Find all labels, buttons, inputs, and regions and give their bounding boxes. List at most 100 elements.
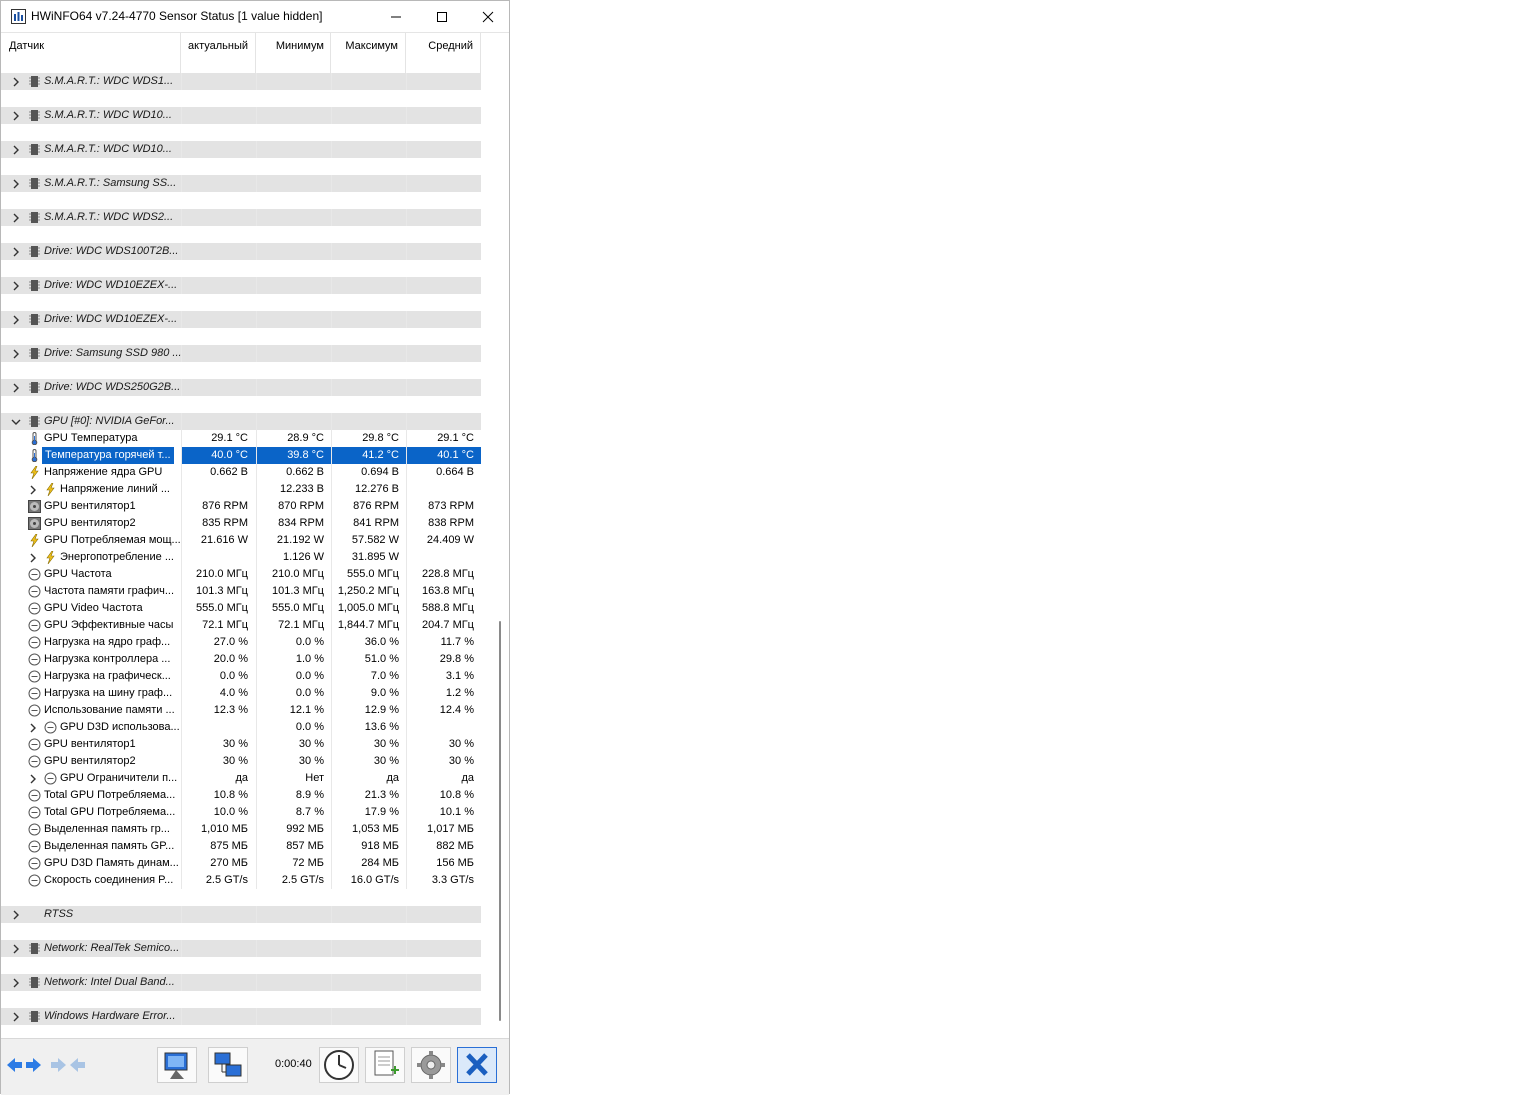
- sensor-row-selected[interactable]: Температура горячей т... 40.0 °C 39.8 °C 41…: [1, 447, 481, 464]
- sensor-row[interactable]: Скорость соединения P... 2.5 GT/s 2.5 GT/s…: [1, 872, 481, 889]
- column-header-min[interactable]: Минимум: [256, 33, 331, 73]
- sensor-row[interactable]: GPU вентилятор2 30 % 30 % 30 % 30 %: [1, 753, 481, 770]
- expand-chevron-icon[interactable]: [11, 910, 21, 920]
- sensor-row[interactable]: Частота памяти графич... 101.3 МГц 101.3 М…: [1, 583, 481, 600]
- sensor-row[interactable]: Total GPU Потребляема... 10.0 % 8.7 % 17.9 …: [1, 804, 481, 821]
- sensor-group-row[interactable]: Windows Hardware Error...: [1, 1008, 481, 1025]
- sensor-group-row[interactable]: Drive: Samsung SSD 980 ...: [1, 345, 481, 362]
- expand-chevron-icon[interactable]: [28, 774, 38, 784]
- navigate-arrows-button[interactable]: [5, 1049, 43, 1081]
- group-label-cell[interactable]: S.M.A.R.T.: WDC WDS1...: [1, 73, 181, 90]
- group-label-cell[interactable]: S.M.A.R.T.: WDC WD10...: [1, 107, 181, 124]
- sensor-group-row[interactable]: Network: Intel Dual Band...: [1, 974, 481, 991]
- sensor-label-cell[interactable]: GPU вентилятор2: [1, 753, 181, 770]
- expand-chevron-icon[interactable]: [11, 179, 21, 189]
- sensor-label-cell[interactable]: Выделенная память GP...: [1, 838, 181, 855]
- sensor-row[interactable]: Нагрузка на графическ... 0.0 % 0.0 % 7.0 % 3…: [1, 668, 481, 685]
- column-header-sensor[interactable]: Датчик: [1, 33, 181, 73]
- expand-chevron-icon[interactable]: [28, 723, 38, 733]
- sensor-label-cell[interactable]: Напряжение линий ...: [1, 481, 181, 498]
- sensor-label-cell[interactable]: Нагрузка на графическ...: [1, 668, 181, 685]
- sensor-row[interactable]: Выделенная память гр... 1,010 МБ 992 МБ 1,0…: [1, 821, 481, 838]
- sensor-label-cell[interactable]: Скорость соединения P...: [1, 872, 181, 889]
- sensor-row[interactable]: Напряжение ядра GPU 0.662 В 0.662 В 0.694 В…: [1, 464, 481, 481]
- expand-chevron-icon[interactable]: [11, 1012, 21, 1022]
- group-label-cell[interactable]: Drive: WDC WD10EZEX-...: [1, 277, 181, 294]
- sensor-group-row[interactable]: S.M.A.R.T.: WDC WD10...: [1, 141, 481, 158]
- expand-chevron-icon[interactable]: [11, 383, 21, 393]
- close-sensors-button[interactable]: [457, 1047, 497, 1083]
- sensor-row[interactable]: Нагрузка на ядро граф... 27.0 % 0.0 % 36.0 …: [1, 634, 481, 651]
- sensor-label-cell[interactable]: GPU вентилятор1: [1, 736, 181, 753]
- minimize-button[interactable]: [373, 1, 419, 32]
- expand-chevron-icon[interactable]: [11, 213, 21, 223]
- vertical-scrollbar[interactable]: [496, 73, 504, 1038]
- sensor-label-cell[interactable]: GPU Частота: [1, 566, 181, 583]
- title-bar[interactable]: HWiNFO64 v7.24-4770 Sensor Status [1 val…: [1, 1, 509, 32]
- sensor-label-cell[interactable]: Нагрузка контроллера ...: [1, 651, 181, 668]
- sensor-row[interactable]: GPU Частота 210.0 МГц 210.0 МГц 555.0 МГц 22…: [1, 566, 481, 583]
- sensor-label-cell[interactable]: Использование памяти ...: [1, 702, 181, 719]
- collapse-chevron-icon[interactable]: [11, 417, 21, 427]
- column-header-avg[interactable]: Средний: [406, 33, 481, 73]
- sensor-row[interactable]: GPU Эффективные часы 72.1 МГц 72.1 МГц 1,84…: [1, 617, 481, 634]
- sensor-row[interactable]: GPU вентилятор1 30 % 30 % 30 % 30 %: [1, 736, 481, 753]
- expand-chevron-icon[interactable]: [11, 111, 21, 121]
- sensor-label-cell[interactable]: GPU вентилятор1: [1, 498, 181, 515]
- sensor-row[interactable]: Нагрузка на шину граф... 4.0 % 0.0 % 9.0 % 1…: [1, 685, 481, 702]
- sensor-label-cell[interactable]: GPU Video Частота: [1, 600, 181, 617]
- sensor-group-row[interactable]: S.M.A.R.T.: WDC WDS2...: [1, 209, 481, 226]
- column-header-current[interactable]: актуальный: [181, 33, 256, 73]
- sensor-label-cell[interactable]: Температура горячей т...: [1, 447, 181, 464]
- sensor-row[interactable]: GPU Video Частота 555.0 МГц 555.0 МГц 1,005…: [1, 600, 481, 617]
- sensor-row[interactable]: Total GPU Потребляема... 10.8 % 8.9 % 21.3 …: [1, 787, 481, 804]
- sensor-row[interactable]: GPU Температура 29.1 °C 28.9 °C 29.8 °C 29.1…: [1, 430, 481, 447]
- sensor-label-cell[interactable]: GPU D3D Память динам...: [1, 855, 181, 872]
- sensor-label-cell[interactable]: GPU Температура: [1, 430, 181, 447]
- sensor-row[interactable]: GPU Ограничители п... да Нет да да: [1, 770, 481, 787]
- sensor-group-row[interactable]: GPU [#0]: NVIDIA GeFor...: [1, 413, 481, 430]
- sensor-row[interactable]: Напряжение линий ... 12.233 В 12.276 В: [1, 481, 481, 498]
- sensor-label-cell[interactable]: Выделенная память гр...: [1, 821, 181, 838]
- column-header-max[interactable]: Максимум: [331, 33, 406, 73]
- sensor-label-cell[interactable]: GPU Эффективные часы: [1, 617, 181, 634]
- sensor-group-row[interactable]: S.M.A.R.T.: WDC WD10...: [1, 107, 481, 124]
- sensor-label-cell[interactable]: Напряжение ядра GPU: [1, 464, 181, 481]
- group-label-cell[interactable]: Network: Intel Dual Band...: [1, 974, 181, 991]
- expand-chevron-icon[interactable]: [11, 281, 21, 291]
- expand-chevron-icon[interactable]: [28, 485, 38, 495]
- group-label-cell[interactable]: Drive: WDC WDS100T2B...: [1, 243, 181, 260]
- sensor-row[interactable]: GPU вентилятор2 835 RPM 834 RPM 841 RPM 838 …: [1, 515, 481, 532]
- group-label-cell[interactable]: S.M.A.R.T.: WDC WD10...: [1, 141, 181, 158]
- sensor-label-cell[interactable]: GPU Потребляемая мощ...: [1, 532, 181, 549]
- settings-button[interactable]: [411, 1047, 451, 1083]
- sensor-label-cell[interactable]: Total GPU Потребляема...: [1, 804, 181, 821]
- reset-timer-button[interactable]: [319, 1047, 359, 1083]
- sensor-group-row[interactable]: Drive: WDC WDS100T2B...: [1, 243, 481, 260]
- group-label-cell[interactable]: Drive: Samsung SSD 980 ...: [1, 345, 181, 362]
- network-button[interactable]: [208, 1047, 248, 1083]
- sensor-label-cell[interactable]: Энергопотребление ...: [1, 549, 181, 566]
- expand-chevron-icon[interactable]: [11, 77, 21, 87]
- expand-chevron-icon[interactable]: [11, 978, 21, 988]
- group-label-cell[interactable]: Drive: WDC WD10EZEX-...: [1, 311, 181, 328]
- group-label-cell[interactable]: Windows Hardware Error...: [1, 1008, 181, 1025]
- expand-chevron-icon[interactable]: [11, 247, 21, 257]
- sensor-label-cell[interactable]: Total GPU Потребляема...: [1, 787, 181, 804]
- sensor-label-cell[interactable]: GPU Ограничители п...: [1, 770, 181, 787]
- sensor-group-row[interactable]: Drive: WDC WD10EZEX-...: [1, 311, 481, 328]
- sensor-row[interactable]: Использование памяти ... 12.3 % 12.1 % 12.9…: [1, 702, 481, 719]
- sensor-group-row[interactable]: RTSS: [1, 906, 481, 923]
- sensor-label-cell[interactable]: Нагрузка на ядро граф...: [1, 634, 181, 651]
- expand-chevron-icon[interactable]: [11, 315, 21, 325]
- expand-chevron-icon[interactable]: [11, 145, 21, 155]
- expand-chevron-icon[interactable]: [11, 349, 21, 359]
- sensor-label-cell[interactable]: GPU D3D использова...: [1, 719, 181, 736]
- sensor-label-cell[interactable]: GPU вентилятор2: [1, 515, 181, 532]
- navigate-arrows-disabled-button[interactable]: [49, 1049, 87, 1081]
- sensor-group-row[interactable]: S.M.A.R.T.: Samsung SS...: [1, 175, 481, 192]
- group-label-cell[interactable]: GPU [#0]: NVIDIA GeFor...: [1, 413, 181, 430]
- sensor-group-row[interactable]: Drive: WDC WD10EZEX-...: [1, 277, 481, 294]
- sensor-label-cell[interactable]: Нагрузка на шину граф...: [1, 685, 181, 702]
- sensor-row[interactable]: GPU Потребляемая мощ... 21.616 W 21.192 W5…: [1, 532, 481, 549]
